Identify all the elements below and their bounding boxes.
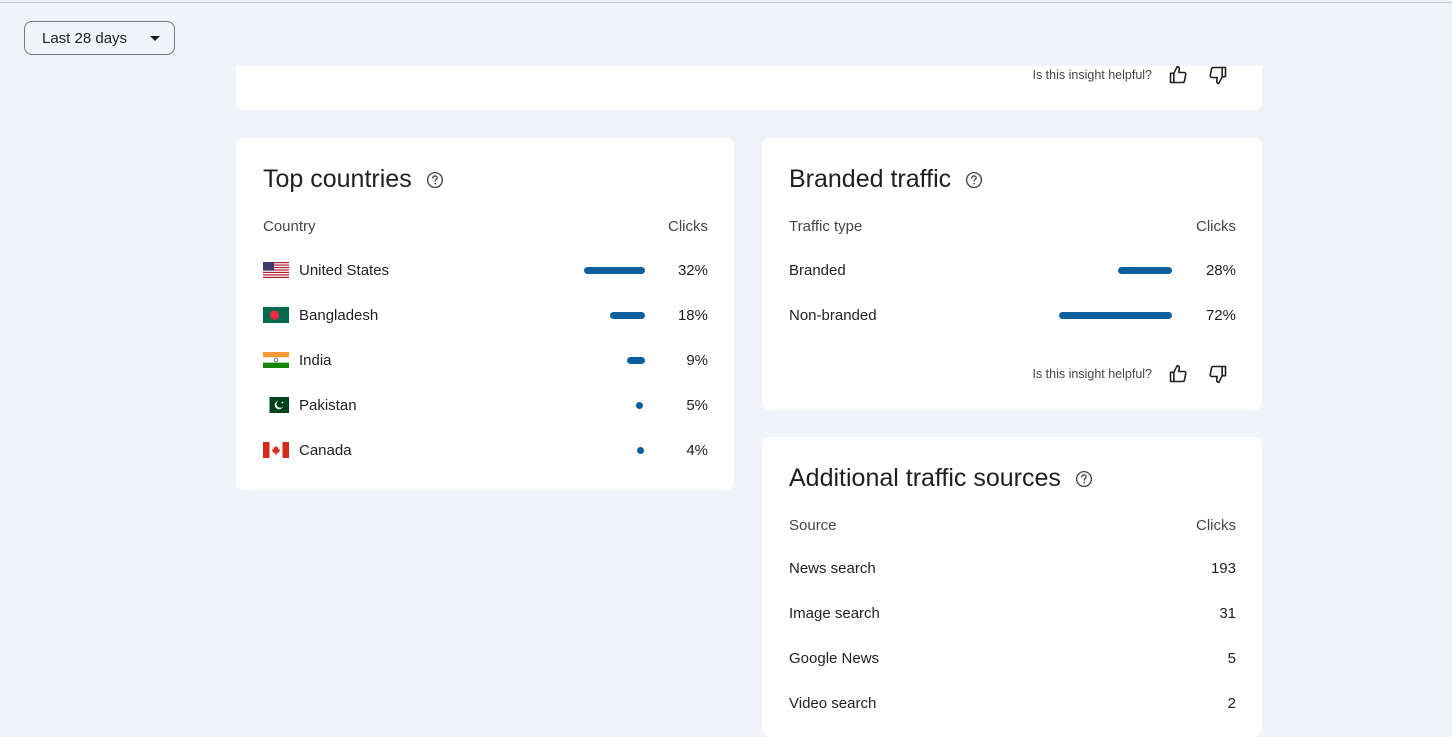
clicks-share-bar <box>636 402 643 409</box>
country-row: Pakistan 5% <box>263 394 708 416</box>
insight-feedback: Is this insight helpful? <box>1032 364 1228 384</box>
traffic-type-column-header: Traffic type <box>789 218 863 235</box>
insight-feedback: Is this insight helpful? <box>1032 65 1228 85</box>
source-name: Image search <box>789 604 880 622</box>
clicks-share-bar <box>627 357 645 364</box>
country-row: Bangladesh 18% <box>263 304 708 326</box>
india-flag-icon <box>263 352 289 368</box>
thumbs-down-icon[interactable] <box>1208 364 1228 384</box>
additional-sources-title: Additional traffic sources <box>789 464 1093 493</box>
insight-card-partial: Is this insight helpful? <box>236 65 1262 110</box>
country-row: Canada 4% <box>263 439 708 461</box>
clicks-share-bar <box>584 267 645 274</box>
clicks-value: 72% <box>1205 306 1236 324</box>
source-row: Google News 5 <box>789 647 1236 669</box>
clicks-value: 5 <box>1227 649 1236 667</box>
feedback-question: Is this insight helpful? <box>1032 367 1152 381</box>
country-row: United States 32% <box>263 259 708 281</box>
clicks-value: 9% <box>686 351 708 369</box>
top-countries-title: Top countries <box>263 165 444 194</box>
help-icon[interactable] <box>1075 470 1093 488</box>
clicks-value: 5% <box>686 396 708 414</box>
clicks-value: 193 <box>1210 559 1236 577</box>
canada-flag-icon <box>263 442 289 458</box>
top-divider <box>0 2 1452 3</box>
branded-traffic-card: Branded traffic Traffic type Clicks Bran… <box>762 138 1262 410</box>
clicks-share-bar <box>1059 312 1172 319</box>
branded-traffic-title-text: Branded traffic <box>789 165 952 193</box>
pakistan-flag-icon <box>263 397 289 413</box>
us-flag-icon <box>263 262 289 278</box>
source-name: News search <box>789 559 876 577</box>
clicks-share-bar <box>637 447 644 454</box>
clicks-value: 28% <box>1205 261 1236 279</box>
country-column-header: Country <box>263 218 316 235</box>
clicks-share-bar <box>610 312 645 319</box>
source-row: Video search 2 <box>789 692 1236 714</box>
country-name: Bangladesh <box>299 306 379 324</box>
country-name: Pakistan <box>299 396 357 414</box>
clicks-column-header: Clicks <box>1196 218 1236 235</box>
clicks-value: 18% <box>677 306 708 324</box>
source-name: Google News <box>789 649 880 667</box>
traffic-type-row: Branded 28% <box>789 259 1236 281</box>
clicks-value: 4% <box>686 441 708 459</box>
thumbs-up-icon[interactable] <box>1168 364 1188 384</box>
thumbs-up-icon[interactable] <box>1168 65 1188 85</box>
feedback-question: Is this insight helpful? <box>1032 68 1152 82</box>
clicks-value: 2 <box>1227 694 1236 712</box>
source-name: Video search <box>789 694 877 712</box>
source-row: Image search 31 <box>789 602 1236 624</box>
clicks-value: 32% <box>677 261 708 279</box>
country-name: India <box>299 351 332 369</box>
clicks-column-header: Clicks <box>668 218 708 235</box>
source-row: News search 193 <box>789 557 1236 579</box>
traffic-type-name: Non-branded <box>789 306 877 324</box>
caret-down-icon <box>150 36 160 41</box>
clicks-value: 31 <box>1219 604 1236 622</box>
help-icon[interactable] <box>965 171 983 189</box>
top-countries-title-text: Top countries <box>263 165 412 193</box>
country-name: Canada <box>299 441 352 459</box>
date-range-label: Last 28 days <box>42 29 128 47</box>
thumbs-down-icon[interactable] <box>1208 65 1228 85</box>
branded-traffic-title: Branded traffic <box>789 165 983 194</box>
clicks-share-bar <box>1118 267 1172 274</box>
additional-traffic-sources-card: Additional traffic sources Source Clicks… <box>762 437 1262 737</box>
help-icon[interactable] <box>426 171 444 189</box>
country-row: India 9% <box>263 349 708 371</box>
country-name: United States <box>299 261 390 279</box>
traffic-type-row: Non-branded 72% <box>789 304 1236 326</box>
date-range-dropdown[interactable]: Last 28 days <box>24 21 175 55</box>
additional-sources-title-text: Additional traffic sources <box>789 464 1061 492</box>
clicks-column-header: Clicks <box>1196 517 1236 534</box>
traffic-type-name: Branded <box>789 261 846 279</box>
top-countries-card: Top countries Country Clicks United Stat… <box>236 138 734 490</box>
bangladesh-flag-icon <box>263 307 289 323</box>
source-column-header: Source <box>789 517 837 534</box>
